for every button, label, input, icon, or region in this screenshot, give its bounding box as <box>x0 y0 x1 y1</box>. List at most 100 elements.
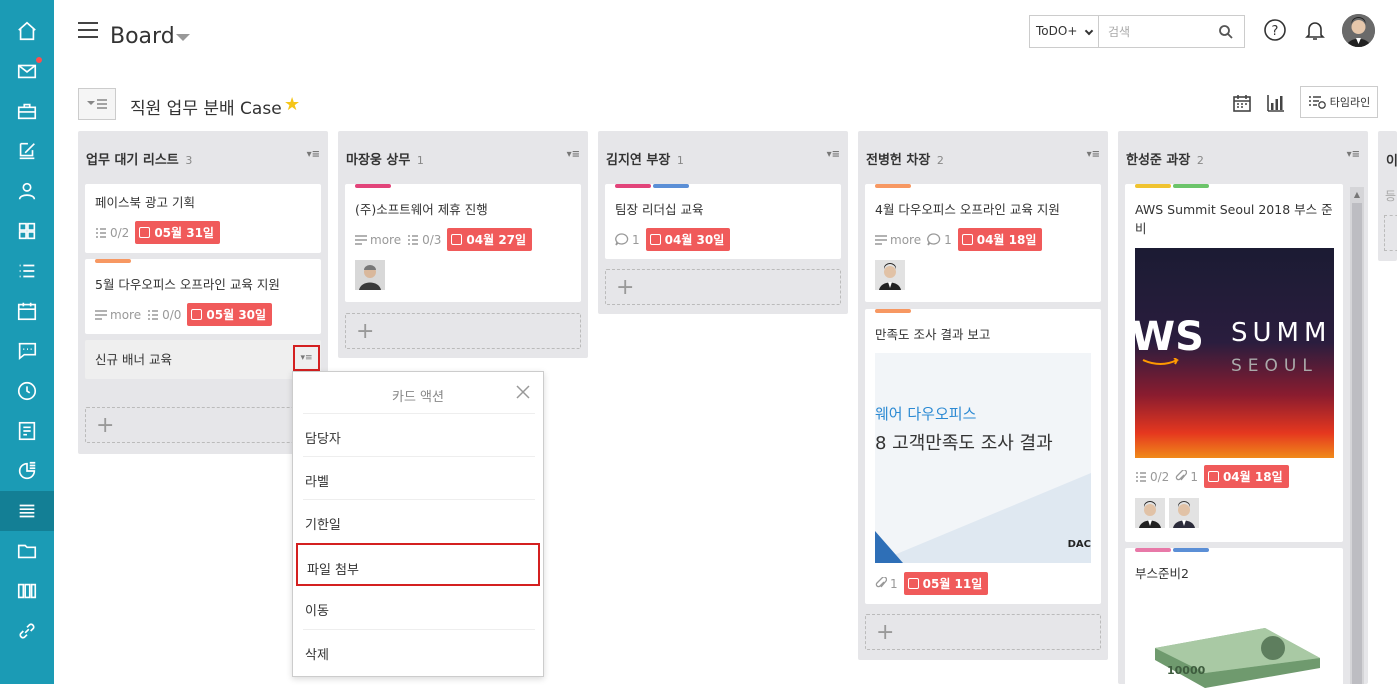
clock-icon[interactable] <box>0 371 54 411</box>
sidebar <box>0 0 54 684</box>
app-title[interactable]: Board <box>110 24 175 49</box>
document-icon[interactable] <box>0 411 54 451</box>
checklist-icon <box>96 227 106 238</box>
add-card-button[interactable] <box>1384 215 1397 251</box>
column-menu-icon[interactable]: ▾≡ <box>827 149 840 160</box>
calendar-icon <box>649 234 661 245</box>
board-list-toggle-button[interactable] <box>78 88 116 120</box>
popup-item-delete[interactable]: 삭제 <box>303 629 535 672</box>
popup-item-assignee[interactable]: 담당자 <box>303 413 535 456</box>
briefcase-icon[interactable] <box>0 91 54 131</box>
scroll-up-icon[interactable]: ▲ <box>1350 187 1364 201</box>
column-count: 1 <box>676 154 684 167</box>
column-count: 2 <box>1196 154 1204 167</box>
avatar[interactable] <box>1342 14 1375 47</box>
add-card-button[interactable]: + <box>345 313 581 349</box>
board-card[interactable]: AWS Summit Seoul 2018 부스 준비 WS SUMM SEOU… <box>1125 184 1343 542</box>
board-card[interactable]: 4월 다우오피스 오프라인 교육 지원 more 1 04월 18일 <box>865 184 1101 302</box>
search-scope-select[interactable]: ToDO+ <box>1030 16 1099 47</box>
more-description: more <box>95 308 141 322</box>
calendar-icon <box>139 227 151 238</box>
add-card-button[interactable]: + <box>865 614 1101 650</box>
timeline-label: 타임라인 <box>1329 96 1371 109</box>
folder-icon[interactable] <box>0 531 54 571</box>
card-action-popup: 카드 액션 담당자 라벨 기한일 파일 첨부 이동 삭제 <box>292 371 544 677</box>
column-title: 이 <box>1386 154 1397 169</box>
board-card[interactable]: 5월 다우오피스 오프라인 교육 지원 more 0/0 05월 30일 <box>85 259 321 334</box>
column-menu-icon[interactable]: ▾≡ <box>567 149 580 160</box>
add-card-button[interactable]: + <box>85 407 321 443</box>
card-cover-image: WS SUMM SEOUL <box>1135 248 1334 458</box>
calendar-view-icon[interactable] <box>1233 94 1251 112</box>
board-column: 한성준 과장 2 ▾≡ AWS Summit Seoul 2018 부스 준비 W… <box>1118 131 1368 688</box>
checklist-count: 0/2 <box>95 226 129 240</box>
star-icon[interactable]: ★ <box>284 94 300 115</box>
board-card[interactable]: 팀장 리더십 교육 1 04월 30일 <box>605 184 841 259</box>
image-logo-text: DAC <box>1067 539 1091 550</box>
card-menu-icon[interactable]: ▾≡ <box>293 345 320 371</box>
checklist-count: 0/3 <box>407 233 441 247</box>
board-column: 김지연 부장 1 ▾≡ 팀장 리더십 교육 1 04월 30일 + <box>598 131 848 314</box>
column-menu-icon[interactable]: ▾≡ <box>1087 149 1100 160</box>
edit-icon[interactable] <box>0 131 54 171</box>
card-title: 4월 다우오피스 오프라인 교육 지원 <box>875 202 1060 217</box>
due-date-badge: 04월 18일 <box>957 228 1043 251</box>
assignee-avatar[interactable] <box>1135 498 1165 528</box>
scrollbar[interactable]: ▲ <box>1350 187 1364 684</box>
chevron-down-icon[interactable] <box>176 34 190 41</box>
board-column: 마장웅 상무 1 ▾≡ (주)소프트웨어 제휴 진행 more 0/3 04월 2… <box>338 131 588 358</box>
description-icon <box>355 234 367 245</box>
more-description: more <box>875 233 921 247</box>
board-icon[interactable] <box>0 491 54 531</box>
link-icon[interactable] <box>0 611 54 651</box>
comment-count: 1 <box>927 233 952 247</box>
search-input[interactable] <box>1100 16 1210 47</box>
paperclip-icon <box>875 577 887 588</box>
description-icon <box>875 234 887 245</box>
assignee-avatar[interactable] <box>1169 498 1199 528</box>
calendar-icon <box>907 578 919 589</box>
image-text: 10000 <box>1167 664 1206 677</box>
add-list-hint: 등 <box>1385 189 1397 203</box>
due-date-badge: 04월 18일 <box>1203 465 1289 488</box>
popup-item-label[interactable]: 라벨 <box>303 456 535 499</box>
search-icon[interactable] <box>1218 24 1234 40</box>
popup-item-move[interactable]: 이동 <box>303 586 535 629</box>
card-title: 만족도 조사 결과 보고 <box>875 327 991 342</box>
attachment-count: 1 <box>875 577 898 591</box>
board-card[interactable]: 부스준비2 10000 <box>1125 548 1343 688</box>
close-icon[interactable] <box>515 384 531 400</box>
description-icon <box>95 309 107 320</box>
user-icon[interactable] <box>0 171 54 211</box>
column-menu-icon[interactable]: ▾≡ <box>307 149 320 160</box>
grid-icon[interactable] <box>0 211 54 251</box>
assignee-avatar[interactable] <box>355 260 385 290</box>
project-header: 직원 업무 분배 Case ★ 타임라인 <box>54 86 1397 122</box>
list-icon[interactable] <box>0 251 54 291</box>
board-card[interactable]: 만족도 조사 결과 보고 웨어 다우오피스 8 고객만족도 조사 결과 DAC … <box>865 309 1101 604</box>
card-cover-image: 10000 <box>1145 618 1325 688</box>
add-card-button[interactable]: + <box>605 269 841 305</box>
chat-icon[interactable] <box>0 331 54 371</box>
card-title: AWS Summit Seoul 2018 부스 준비 <box>1135 202 1333 236</box>
mail-icon[interactable] <box>0 51 54 91</box>
calendar-icon[interactable] <box>0 291 54 331</box>
home-icon[interactable] <box>0 11 54 51</box>
popup-item-due-date[interactable]: 기한일 <box>303 499 535 542</box>
board-card[interactable]: 페이스북 광고 기획 0/2 05월 31일 <box>85 184 321 253</box>
apps-icon[interactable] <box>0 571 54 611</box>
column-menu-icon[interactable]: ▾≡ <box>1347 149 1360 160</box>
board-card-selected[interactable]: 신규 배너 교육 <box>85 340 321 379</box>
column-count: 3 <box>185 154 193 167</box>
popup-item-attach-file[interactable]: 파일 첨부 <box>296 543 540 586</box>
timeline-button[interactable]: 타임라인 <box>1300 86 1378 118</box>
chart-icon[interactable] <box>0 451 54 491</box>
assignee-avatar[interactable] <box>875 260 905 290</box>
board-card[interactable]: (주)소프트웨어 제휴 진행 more 0/3 04월 27일 <box>345 184 581 302</box>
bell-icon[interactable] <box>1303 18 1327 42</box>
scrollbar-thumb[interactable] <box>1352 203 1362 684</box>
hamburger-menu-icon[interactable] <box>78 22 98 38</box>
bar-chart-icon[interactable] <box>1267 94 1285 112</box>
help-icon[interactable]: ? <box>1263 18 1287 42</box>
checklist-count: 0/0 <box>147 308 181 322</box>
